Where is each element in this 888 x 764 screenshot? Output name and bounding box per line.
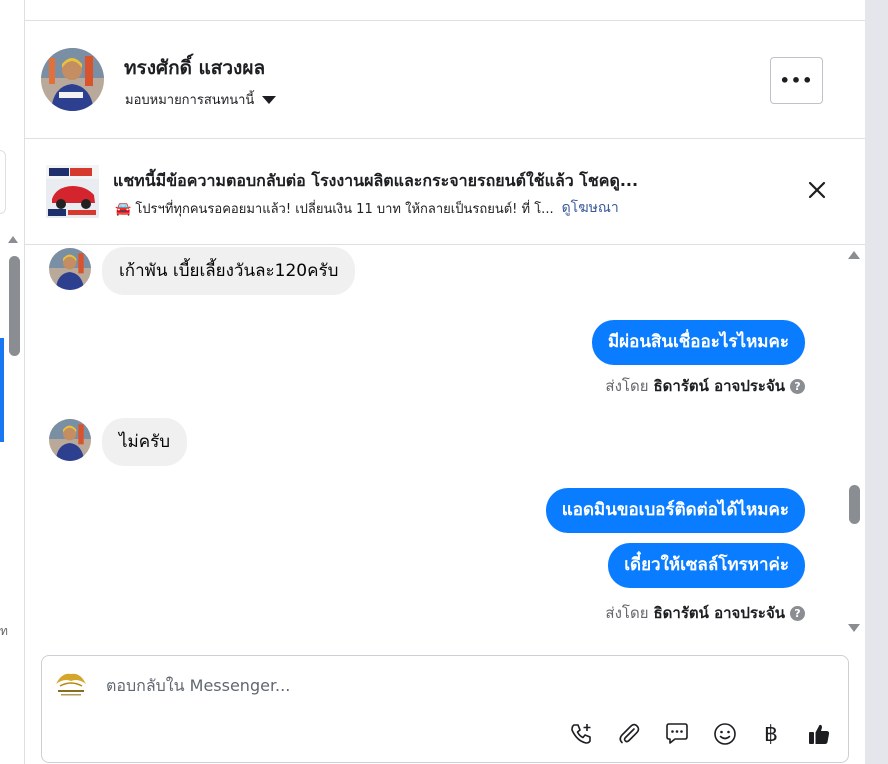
conversation-panel: ทรงศักดิ์ แสวงผล มอบหมายการสนทนานี้ •••: [25, 0, 865, 764]
ad-thumbnail[interactable]: [46, 165, 99, 218]
scroll-down-icon[interactable]: [848, 624, 860, 632]
sent-by-name: ธิดารัตน์ อาจประจัน: [653, 604, 786, 622]
left-scrollbar-thumb[interactable]: [9, 256, 20, 356]
phone-plus-icon[interactable]: [567, 720, 595, 748]
scroll-up-icon[interactable]: [848, 251, 860, 259]
sent-by-prefix: ส่งโดย: [605, 377, 649, 395]
contact-avatar-small: [49, 419, 91, 461]
ad-context-bar: แชทนี้มีข้อความตอบกลับต่อ โรงงานผลิตและก…: [25, 140, 865, 245]
message-scrollbar-thumb[interactable]: [849, 485, 860, 524]
contact-avatar[interactable]: [41, 48, 104, 111]
paperclip-icon[interactable]: [615, 720, 643, 748]
info-icon[interactable]: ?: [790, 378, 805, 394]
sent-by-label: ส่งโดย ธิดารัตน์ อาจประจัน ?: [605, 374, 805, 398]
sent-by-prefix: ส่งโดย: [605, 604, 649, 622]
left-panel-edge: ท: [0, 0, 25, 764]
message-list: เก้าพัน เบี้ยเลี้ยงวันละ120ครับ มีผ่อนสิ…: [25, 245, 865, 640]
assign-label: มอบหมายการสนทนานี้: [125, 93, 255, 108]
saved-reply-icon[interactable]: [663, 720, 691, 748]
sent-by-label: ส่งโดย ธิดารัตน์ อาจประจัน ?: [605, 601, 805, 625]
ad-subtitle: 🚘 โปรฯที่ทุกคนรอคอยมาแล้ว! เปลี่ยนเงิน 1…: [115, 201, 554, 217]
info-icon[interactable]: ?: [790, 605, 805, 621]
baht-symbol: ฿: [764, 721, 778, 747]
conversation-header: ทรงศักดิ์ แสวงผล มอบหมายการสนทนานี้ •••: [25, 21, 865, 139]
window-right-edge: [865, 0, 888, 764]
reply-input[interactable]: [106, 676, 806, 695]
contact-avatar-small: [49, 248, 91, 290]
contact-name[interactable]: ทรงศักดิ์ แสวงผล: [124, 53, 265, 83]
ad-title: แชทนี้มีข้อความตอบกลับต่อ โรงงานผลิตและก…: [113, 171, 639, 190]
sent-by-name: ธิดารัตน์ อาจประจัน: [653, 377, 786, 395]
assign-conversation-dropdown[interactable]: มอบหมายการสนทนานี้: [125, 89, 277, 110]
incoming-message[interactable]: เก้าพัน เบี้ยเลี้ยงวันละ120ครับ: [102, 247, 356, 295]
outgoing-message[interactable]: มีผ่อนสินเชื่ออะไรไหมคะ: [591, 320, 805, 365]
chevron-down-icon: [262, 95, 277, 104]
left-panel-text: ท: [0, 624, 8, 638]
close-icon[interactable]: [805, 178, 829, 202]
outgoing-message[interactable]: เดี๋ยวให้เซลล์โทรหาค่ะ: [608, 543, 805, 588]
left-scroll-up-icon[interactable]: [8, 236, 18, 243]
baht-icon[interactable]: ฿: [757, 720, 785, 748]
incoming-message[interactable]: ไม่ครับ: [102, 418, 188, 466]
left-panel-card: [0, 150, 6, 214]
ad-subtitle-row: 🚘 โปรฯที่ทุกคนรอคอยมาแล้ว! เปลี่ยนเงิน 1…: [115, 197, 619, 219]
emoji-icon[interactable]: [711, 720, 739, 748]
more-options-button[interactable]: •••: [770, 57, 823, 104]
reply-composer: ฿: [41, 655, 849, 763]
page-logo: [52, 668, 90, 698]
thumbs-up-icon[interactable]: [805, 720, 833, 748]
view-ad-link[interactable]: ดูโฆษณา: [562, 197, 619, 219]
left-selected-indicator: [0, 338, 4, 442]
outgoing-message[interactable]: แอดมินขอเบอร์ติดต่อได้ไหมคะ: [545, 488, 805, 533]
